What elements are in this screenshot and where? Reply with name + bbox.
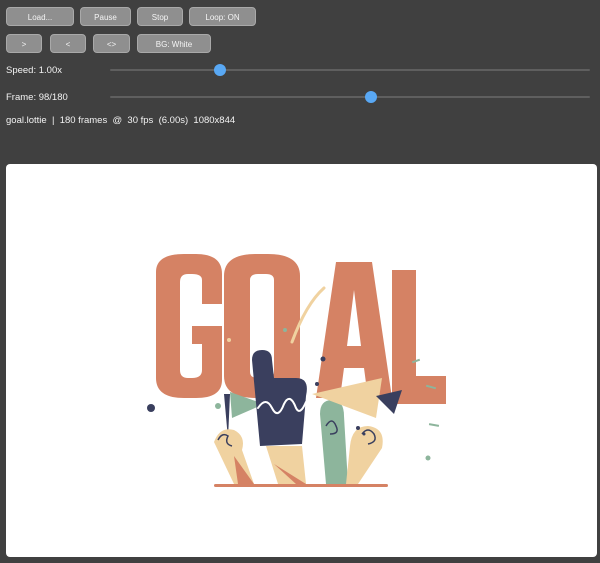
next-frame-button[interactable]: > [6,34,42,53]
frame-slider[interactable] [110,91,590,103]
confetti-strip [428,423,440,427]
confetti-dot [356,426,360,430]
prev-frame-button[interactable]: < [50,34,86,53]
frame-slider-track[interactable] [110,96,590,98]
stop-button[interactable]: Stop [137,7,183,26]
confetti-dot [425,455,431,461]
confetti-dot [315,382,319,386]
letter-g [156,254,222,398]
goal-illustration [147,254,446,487]
confetti-dot [147,404,155,412]
frame-label: Frame: 98/180 [6,92,68,103]
animation-canvas[interactable] [6,164,597,557]
speed-slider[interactable] [110,64,590,76]
background-toggle-button[interactable]: BG: White [137,34,211,53]
confetti-dot [362,432,366,436]
confetti-dot [227,338,231,342]
confetti-dot [320,356,326,362]
frame-slider-thumb[interactable] [365,91,378,103]
sage-arm [320,400,348,484]
speed-slider-track[interactable] [110,69,590,71]
loop-toggle-button[interactable]: Loop: ON [189,7,256,26]
lottie-player-window: Load... Pause Stop Loop: ON > < <> BG: W… [0,0,600,563]
letter-a [316,262,392,398]
bounce-button[interactable]: <> [93,34,130,53]
load-button[interactable]: Load... [6,7,74,26]
letter-l [392,270,446,404]
ground-line [214,484,388,487]
speed-label: Speed: 1.00x [6,65,62,76]
speed-slider-thumb[interactable] [214,64,227,76]
pause-button[interactable]: Pause [80,7,131,26]
animation-info: goal.lottie | 180 frames @ 30 fps (6.00s… [6,115,236,126]
confetti-dot [283,328,287,332]
